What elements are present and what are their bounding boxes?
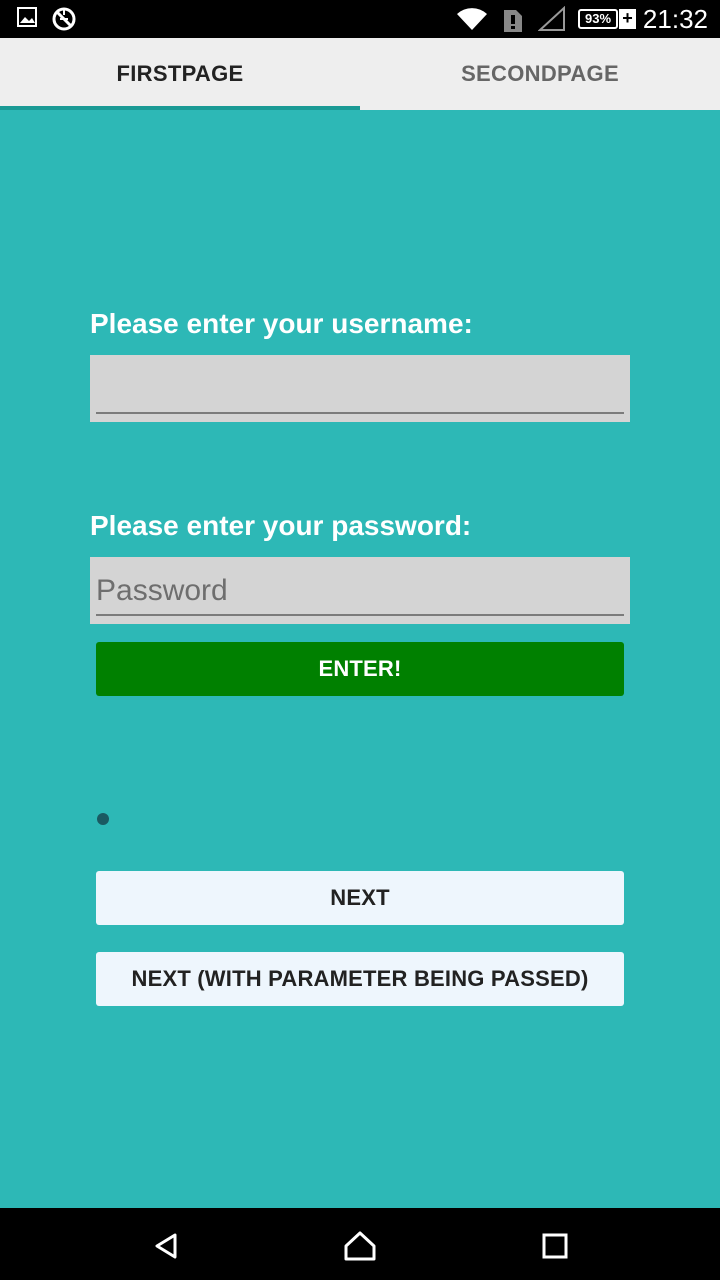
username-label: Please enter your username: [90, 308, 473, 339]
next-button[interactable]: NEXT [96, 871, 624, 925]
battery-icon: 93% [578, 9, 618, 29]
navigation-bar [0, 1208, 720, 1280]
password-label: Please enter your password: [90, 510, 472, 541]
wifi-icon [456, 6, 488, 32]
password-underline [96, 614, 624, 616]
status-bar: 93% + 21:32 [0, 0, 720, 38]
status-time: 21:32 [642, 4, 708, 34]
tab-indicator [0, 106, 360, 110]
tab-secondpage[interactable]: SECONDPAGE [360, 38, 720, 110]
cell-signal-icon [538, 6, 566, 32]
charging-icon: + [619, 9, 636, 29]
image-icon [16, 6, 38, 28]
next-with-parameter-button[interactable]: NEXT (WITH PARAMETER BEING PASSED) [96, 952, 624, 1006]
username-underline [96, 412, 624, 414]
sync-disabled-icon [51, 6, 77, 32]
sim-alert-icon [502, 6, 524, 34]
tab-firstpage[interactable]: FIRSTPAGE [0, 38, 360, 110]
enter-button[interactable]: ENTER! [96, 642, 624, 696]
back-icon[interactable] [146, 1226, 186, 1266]
username-field-container [90, 355, 630, 422]
tab-bar: FIRSTPAGE SECONDPAGE [0, 38, 720, 110]
home-icon[interactable] [340, 1226, 380, 1266]
progress-dot [97, 813, 109, 825]
password-field-container [90, 557, 630, 624]
recents-icon[interactable] [535, 1226, 575, 1266]
